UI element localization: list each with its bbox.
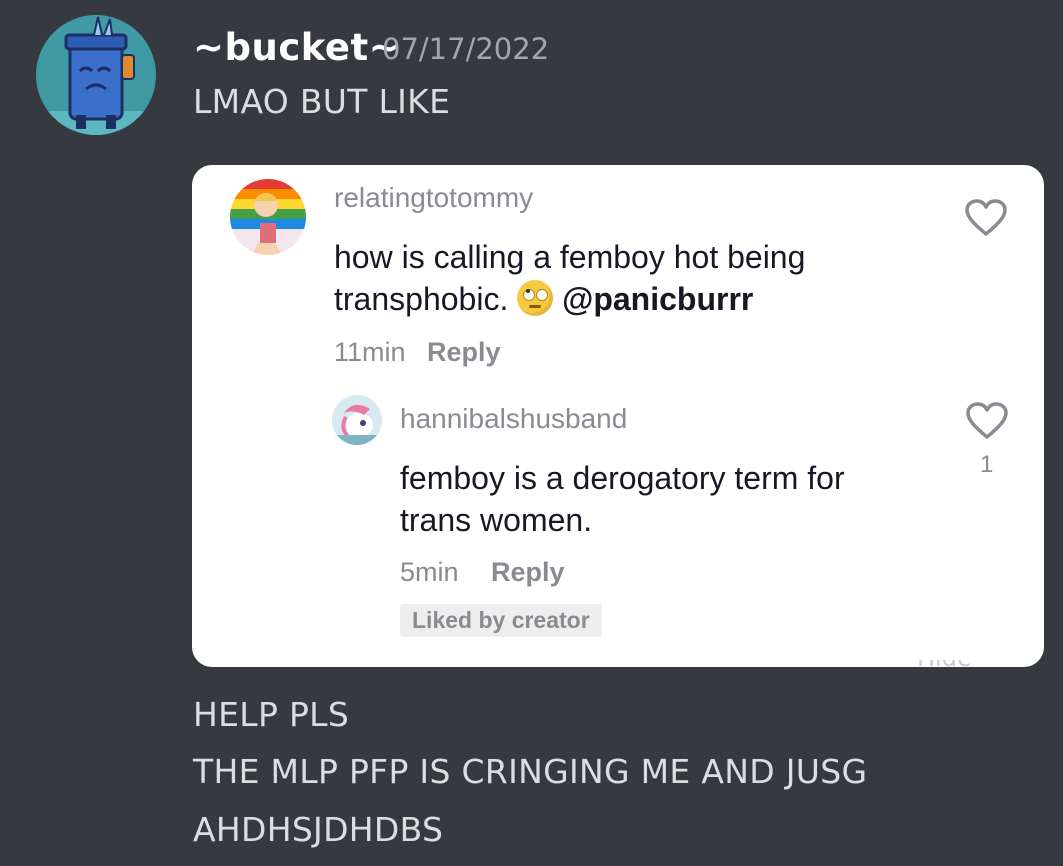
reply-reply-button[interactable]: Reply: [491, 557, 565, 588]
reply-time: 5min: [400, 557, 459, 587]
comment-text-line: transphobic. @panicburrr: [334, 278, 805, 320]
reply-text-line: femboy is a derogatory term for: [400, 460, 845, 496]
like-count: 1: [980, 451, 994, 478]
reply-text-line: trans women.: [400, 502, 593, 538]
message-text-line: AHDHSJDHDBS: [193, 810, 444, 849]
hide-replies-label[interactable]: Hide: [917, 660, 997, 670]
hide-label-text: Hide: [917, 660, 972, 670]
message-timestamp: 07/17/2022: [382, 32, 550, 66]
reply-avatar[interactable]: [332, 395, 382, 445]
message-text-line: THE MLP PFP IS CRINGING ME AND JUSG: [193, 752, 868, 791]
comment-username[interactable]: relatingtotommy: [334, 182, 533, 214]
liked-by-creator-badge: Liked by creator: [400, 604, 602, 637]
embedded-image[interactable]: relatingtotommy how is calling a femboy …: [192, 165, 1044, 667]
mention-link[interactable]: @panicburrr: [562, 281, 753, 317]
bucket-avatar-icon: [36, 16, 156, 135]
comment-text-line: how is calling a femboy hot being: [334, 239, 806, 275]
comment-time: 11min: [334, 337, 406, 367]
comment-text: how is calling a femboy hot being transp…: [334, 236, 805, 320]
comment-text-line2: transphobic.: [334, 281, 509, 317]
message-text-line: HELP PLS: [193, 695, 350, 734]
pony-avatar-icon: [332, 395, 382, 445]
message-text-line: LMAO BUT LIKE: [193, 82, 451, 121]
reply-text: femboy is a derogatory term for trans wo…: [400, 457, 845, 541]
user-avatar[interactable]: [36, 15, 156, 135]
comment-avatar[interactable]: [230, 179, 306, 255]
comment-reply-button[interactable]: Reply: [427, 337, 501, 368]
rainbow-avatar-icon: [230, 179, 306, 255]
heart-icon[interactable]: [965, 401, 1009, 441]
heart-icon[interactable]: [964, 198, 1008, 238]
reply-username[interactable]: hannibalshusband: [400, 403, 627, 435]
message-username[interactable]: ~bucket~: [193, 26, 400, 69]
eye-roll-emoji-icon: [517, 280, 554, 316]
